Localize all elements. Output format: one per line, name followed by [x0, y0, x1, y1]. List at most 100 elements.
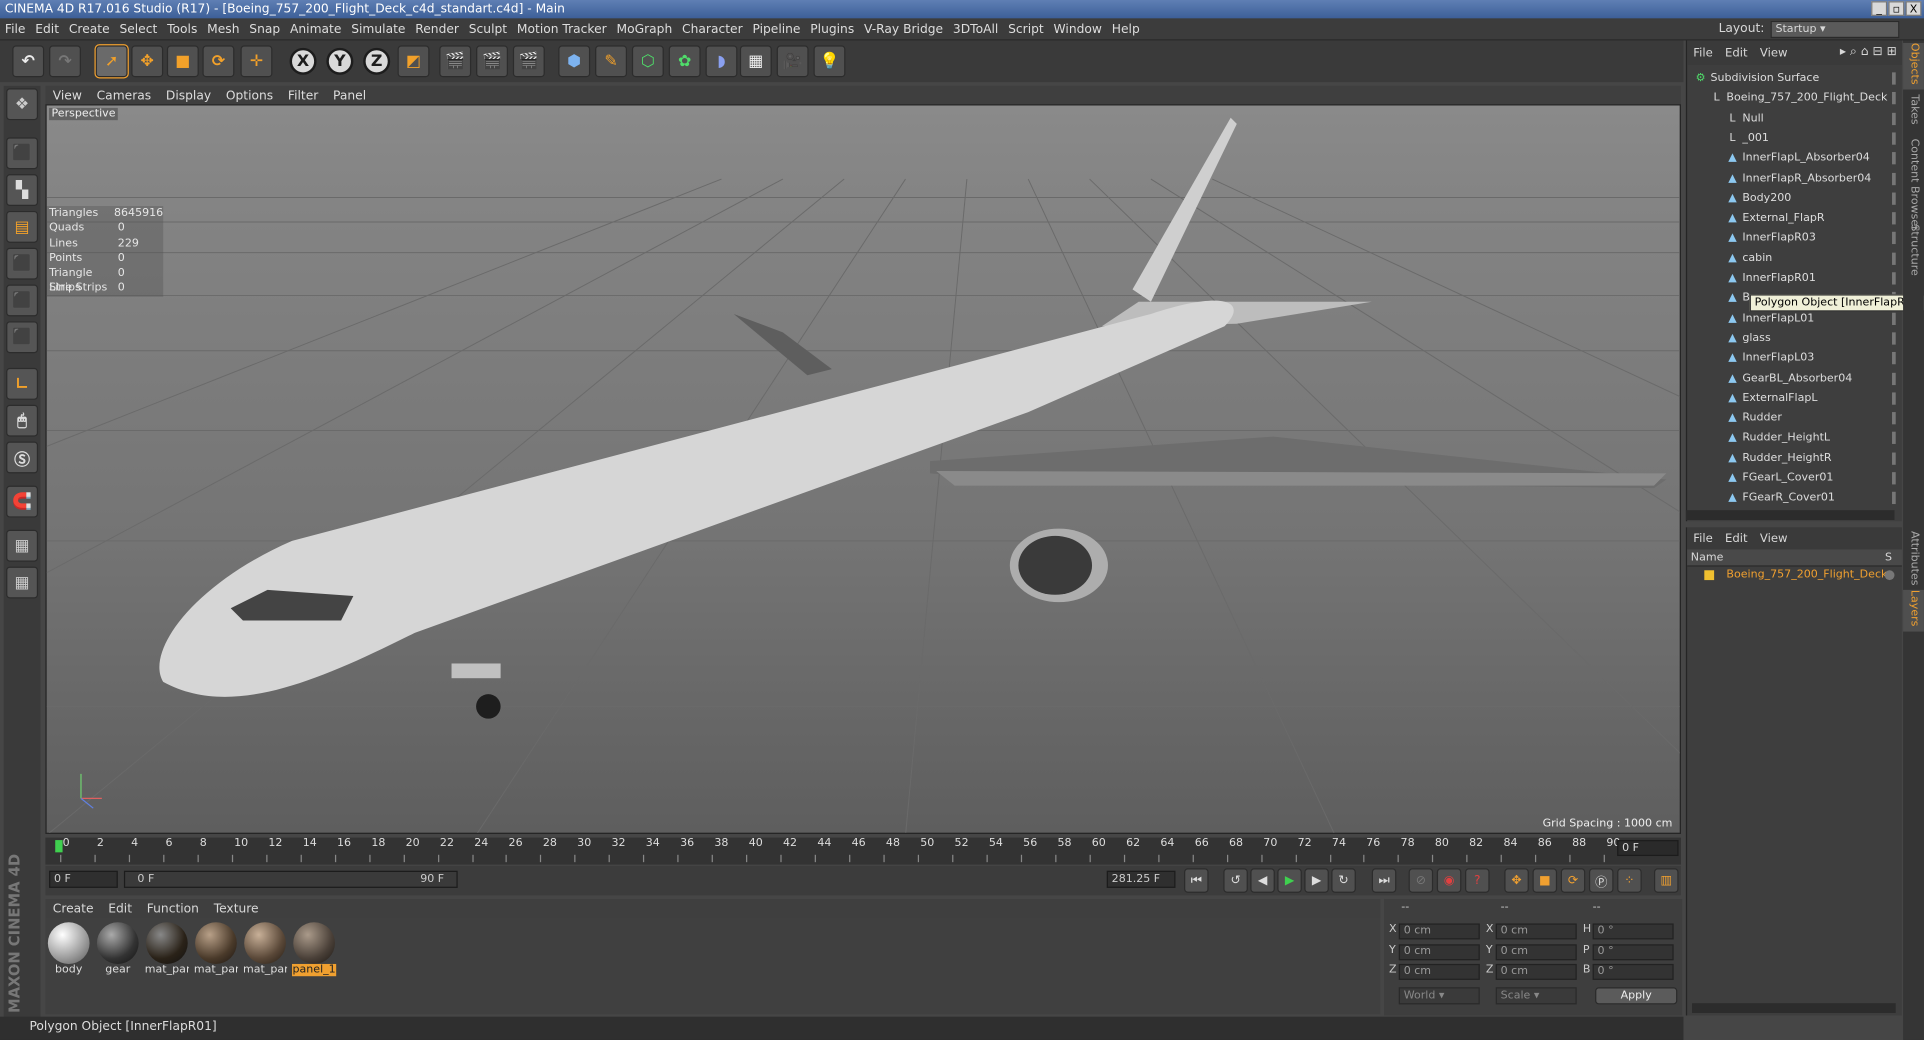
- visibility-toggle[interactable]: [1892, 152, 1896, 165]
- coord-value-field[interactable]: 0 cm: [1495, 923, 1577, 940]
- menu-snap[interactable]: Snap: [244, 20, 285, 42]
- search-icon[interactable]: ⌕: [1850, 45, 1857, 58]
- key-parameter-button[interactable]: Ⓟ: [1588, 868, 1614, 893]
- object-menu-view[interactable]: View: [1754, 42, 1794, 67]
- visibility-toggle[interactable]: [1892, 412, 1896, 425]
- close-button[interactable]: X: [1905, 1, 1922, 16]
- coord-value-field[interactable]: 0 °: [1592, 943, 1674, 960]
- visibility-toggle[interactable]: [1892, 372, 1896, 385]
- pen-spline-button[interactable]: ✎: [595, 45, 627, 78]
- viewport-menu-cameras[interactable]: Cameras: [89, 87, 158, 105]
- material-swatch[interactable]: gear: [96, 922, 140, 981]
- material-swatch[interactable]: panel_1: [292, 922, 337, 981]
- new-window-icon[interactable]: ⊞: [1887, 45, 1897, 58]
- previous-key-button[interactable]: ↺: [1223, 868, 1248, 893]
- frame-range-slider[interactable]: 0 F 90 F: [123, 870, 458, 888]
- size-mode-dropdown[interactable]: Scale ▾: [1495, 987, 1577, 1005]
- visibility-toggle[interactable]: [1892, 172, 1896, 185]
- menu-plugins[interactable]: Plugins: [805, 20, 859, 42]
- menu-3dtoall[interactable]: 3DToAll: [948, 20, 1003, 42]
- object-item[interactable]: L _001: [1687, 129, 1896, 149]
- edges-mode-button[interactable]: ⬛: [6, 284, 39, 317]
- key-rotation-button[interactable]: ⟳: [1560, 868, 1586, 893]
- material-swatch[interactable]: body: [47, 922, 91, 981]
- z-axis-lock-button[interactable]: Z: [363, 47, 391, 75]
- object-item[interactable]: ▲ cabin: [1687, 249, 1896, 269]
- object-item[interactable]: ▲ ExternalFlapL: [1687, 389, 1896, 409]
- coord-value-field[interactable]: 0 cm: [1495, 943, 1577, 960]
- viewport-menu-panel[interactable]: Panel: [326, 87, 374, 105]
- object-manager-scrollbar[interactable]: [1685, 510, 1895, 520]
- object-item[interactable]: ▲ Body200: [1687, 189, 1896, 209]
- axis-mode-button[interactable]: ∟: [6, 367, 39, 400]
- tweak-mode-button[interactable]: 🖱: [6, 404, 39, 437]
- minimize-button[interactable]: _: [1871, 1, 1888, 16]
- object-item[interactable]: ▲ Rudder_HeightL: [1687, 428, 1896, 448]
- subdivision-surface-button[interactable]: ⬡: [631, 45, 664, 78]
- menu-window[interactable]: Window: [1049, 20, 1107, 42]
- material-menu-texture[interactable]: Texture: [206, 900, 266, 920]
- material-menu-function[interactable]: Function: [139, 900, 206, 920]
- arrow-right-icon[interactable]: ▸: [1840, 45, 1846, 58]
- object-item[interactable]: ▲ InnerFlapR01: [1687, 269, 1896, 289]
- menu-mograph[interactable]: MoGraph: [612, 20, 678, 42]
- previous-frame-button[interactable]: ◀: [1250, 868, 1275, 893]
- object-item[interactable]: ▲ glass: [1687, 329, 1896, 349]
- coord-value-field[interactable]: 0 cm: [1398, 923, 1480, 940]
- layer-row[interactable]: Boeing_757_200_Flight_Deck: [1687, 567, 1902, 584]
- workplane-mode-button[interactable]: ▤: [6, 210, 39, 243]
- coord-value-field[interactable]: 0 cm: [1398, 943, 1480, 960]
- deformer-button[interactable]: ◗: [705, 45, 738, 78]
- timeline-ruler[interactable]: 0 2 4 6 8 10 12 14 16 18 20 22 24 26 28 30 32 34 36 38 40 42 4…: [45, 837, 1681, 865]
- next-frame-button[interactable]: ▶: [1304, 868, 1329, 893]
- points-mode-button[interactable]: ⬛: [6, 247, 39, 280]
- menu-tools[interactable]: Tools: [162, 20, 202, 42]
- visibility-toggle[interactable]: [1892, 332, 1896, 345]
- move-button[interactable]: ✥: [131, 45, 164, 78]
- material-swatch[interactable]: mat_pan: [194, 922, 238, 981]
- keyframe-selection-button[interactable]: ?: [1465, 868, 1490, 893]
- menu-edit[interactable]: Edit: [30, 20, 64, 42]
- render-picture-viewer-button[interactable]: 🎬: [476, 45, 508, 78]
- visibility-toggle[interactable]: [1892, 92, 1896, 105]
- visibility-toggle[interactable]: [1892, 232, 1896, 245]
- object-item[interactable]: ▲ InnerFlapL01: [1687, 309, 1896, 329]
- visibility-toggle[interactable]: [1892, 212, 1896, 225]
- array-button[interactable]: ✿: [668, 45, 701, 78]
- layer-menu-view[interactable]: View: [1754, 529, 1794, 551]
- layer-solo-toggle[interactable]: [1884, 570, 1895, 581]
- vtab-objects[interactable]: Objects: [1903, 42, 1924, 90]
- snap-button[interactable]: 🧲: [6, 485, 39, 518]
- play-button[interactable]: ▶: [1277, 868, 1302, 893]
- model-mode-button[interactable]: ⬛: [6, 137, 39, 170]
- visibility-toggle[interactable]: [1892, 452, 1896, 465]
- object-item[interactable]: ▲ InnerFlapL_Absorber04: [1687, 149, 1896, 169]
- object-item[interactable]: ▲ Rudder: [1687, 409, 1896, 429]
- x-axis-lock-button[interactable]: X: [289, 47, 317, 75]
- visibility-toggle[interactable]: [1892, 492, 1896, 505]
- current-frame-field[interactable]: 0 F: [1617, 840, 1679, 857]
- visibility-toggle[interactable]: [1892, 352, 1896, 365]
- recent-tool-button[interactable]: ✛: [240, 45, 273, 78]
- menu-create[interactable]: Create: [64, 20, 115, 42]
- layers-icon[interactable]: ⊟: [1872, 45, 1882, 58]
- object-item[interactable]: ▲ InnerFlapL03: [1687, 349, 1896, 369]
- menu-select[interactable]: Select: [115, 20, 163, 42]
- visibility-toggle[interactable]: [1892, 392, 1896, 405]
- light-button[interactable]: 💡: [813, 45, 846, 78]
- visibility-toggle[interactable]: [1892, 132, 1896, 145]
- viewport-menu-filter[interactable]: Filter: [281, 87, 326, 105]
- camera-button[interactable]: 🎥: [776, 45, 809, 78]
- scale-button[interactable]: ■: [166, 45, 199, 78]
- visibility-toggle[interactable]: [1892, 312, 1896, 325]
- maximize-button[interactable]: ▫: [1888, 1, 1905, 16]
- menu-help[interactable]: Help: [1107, 20, 1145, 42]
- apply-button[interactable]: Apply: [1595, 987, 1678, 1005]
- make-editable-button[interactable]: ❖: [6, 88, 39, 121]
- timeline-window-button[interactable]: ▥: [1653, 868, 1679, 893]
- material-menu-edit[interactable]: Edit: [101, 900, 139, 920]
- live-selection-button[interactable]: ➚: [94, 44, 129, 79]
- object-item[interactable]: ▲ InnerFlapR_Absorber04: [1687, 169, 1896, 189]
- visibility-toggle[interactable]: [1892, 112, 1896, 125]
- object-item[interactable]: L Boeing_757_200_Flight_Deck: [1687, 89, 1896, 109]
